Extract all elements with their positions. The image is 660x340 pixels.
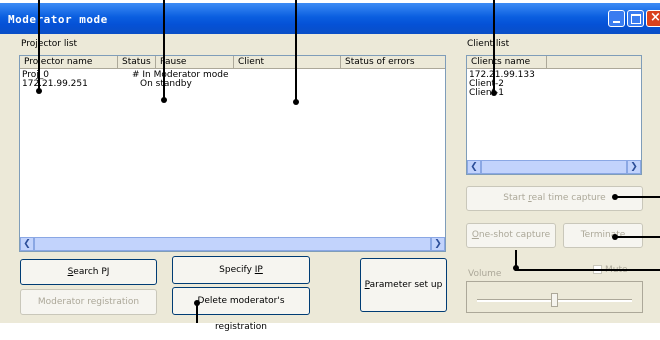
scroll-thumb[interactable]	[481, 160, 627, 174]
client-item[interactable]: Client-1	[469, 89, 504, 98]
callout-line	[196, 302, 198, 323]
col-status[interactable]: Status	[118, 56, 156, 69]
client-list-hscrollbar[interactable]: ❮ ❯	[467, 160, 641, 174]
window-title: Moderator mode	[8, 13, 108, 26]
close-icon: ×	[650, 10, 660, 25]
maximize-button[interactable]	[627, 10, 644, 27]
minimize-button[interactable]	[608, 10, 625, 27]
volume-label: Volume	[468, 269, 502, 279]
callout-line	[515, 269, 660, 271]
projector-list-hscrollbar[interactable]: ❮ ❯	[20, 237, 445, 251]
moderator-registration-button[interactable]: Moderator registration	[20, 289, 157, 315]
moderator-window: Moderator mode × Projector list Projecto…	[0, 3, 660, 332]
callout-line	[616, 236, 660, 238]
col-clients-name[interactable]: Clients name	[467, 56, 547, 69]
scroll-right-icon[interactable]: ❯	[627, 160, 641, 174]
callout-dot	[293, 99, 299, 105]
scroll-right-icon[interactable]: ❯	[431, 237, 445, 251]
col-pause[interactable]: Pause	[156, 56, 234, 69]
callout-line	[515, 250, 517, 268]
client-list-label: Client list	[467, 39, 510, 49]
delete-moderator-registration-button[interactable]: Delete moderator's registration	[172, 287, 310, 332]
callout-line	[493, 0, 495, 93]
callout-dot	[36, 88, 42, 94]
callout-line	[295, 0, 297, 101]
title-bar: Moderator mode ×	[0, 3, 660, 34]
scroll-thumb[interactable]	[34, 237, 431, 251]
callout-line	[38, 0, 40, 91]
close-button[interactable]: ×	[646, 10, 660, 27]
volume-slider[interactable]	[466, 281, 643, 313]
scroll-left-icon[interactable]: ❮	[467, 160, 481, 174]
parameter-set-up-button[interactable]: Parameter set up	[360, 258, 447, 312]
callout-dot	[491, 90, 497, 96]
scroll-left-icon[interactable]: ❮	[20, 237, 34, 251]
slider-thumb[interactable]	[551, 293, 558, 307]
col-status-of-errors[interactable]: Status of errors	[341, 56, 445, 69]
projector-list-label: Projector list	[21, 39, 78, 49]
search-pj-button[interactable]: Search PJ	[20, 259, 157, 285]
callout-line	[616, 196, 660, 198]
row-1-status[interactable]: On standby	[140, 80, 192, 89]
col-projector-name[interactable]: Projector name	[20, 56, 118, 69]
specify-ip-button[interactable]: Specify IP	[172, 256, 310, 284]
col-client[interactable]: Client	[234, 56, 341, 69]
col-blank	[547, 56, 641, 69]
one-shot-capture-button[interactable]: One-shot capture	[466, 223, 556, 248]
callout-line	[163, 0, 165, 99]
row-1-name[interactable]: 172.21.99.251	[22, 80, 88, 89]
callout-dot	[161, 97, 167, 103]
projector-list[interactable]: Projector name Status Pause Client Statu…	[19, 55, 446, 252]
